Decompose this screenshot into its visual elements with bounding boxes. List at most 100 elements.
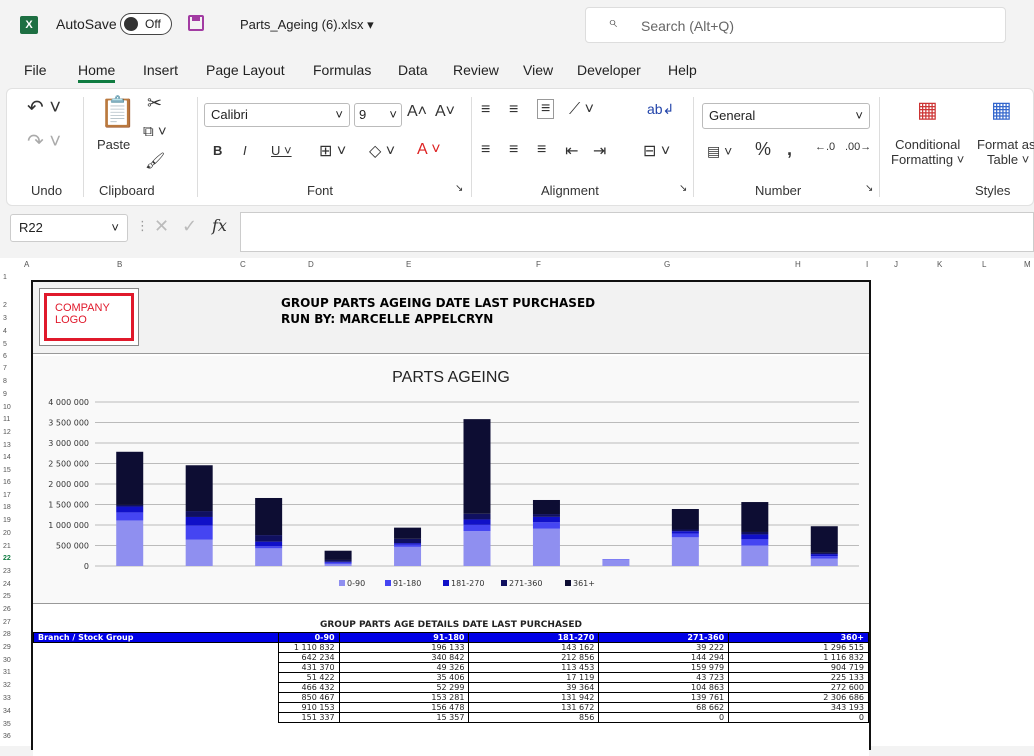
row-header[interactable]: 24 bbox=[3, 581, 11, 588]
table-cell[interactable]: 642 234 bbox=[277, 652, 340, 663]
table-cell[interactable]: 904 719 bbox=[728, 662, 869, 673]
row-header[interactable]: 5 bbox=[3, 341, 7, 348]
borders-icon[interactable]: ⊞ ˅ bbox=[319, 141, 346, 161]
table-cell[interactable]: 156 478 bbox=[338, 702, 470, 713]
row-header[interactable]: 31 bbox=[3, 669, 11, 676]
copy-icon[interactable]: ⧉ ˅ bbox=[143, 123, 167, 140]
tab-page-layout[interactable]: Page Layout bbox=[206, 62, 285, 78]
row-header[interactable]: 11 bbox=[3, 416, 10, 423]
table-cell[interactable]: 856 bbox=[468, 712, 600, 723]
table-cell[interactable]: 131 942 bbox=[468, 692, 600, 703]
table-cell[interactable]: 51 422 bbox=[277, 672, 340, 683]
align-left-icon[interactable]: ≡ bbox=[481, 141, 490, 159]
row-header[interactable]: 23 bbox=[3, 568, 11, 575]
increase-decimal-icon[interactable]: ←.0 bbox=[815, 141, 835, 153]
table-cell[interactable]: 35 406 bbox=[338, 672, 470, 683]
paste-button[interactable]: Paste bbox=[97, 137, 130, 152]
column-header[interactable]: E bbox=[406, 260, 411, 269]
row-header[interactable]: 14 bbox=[3, 454, 11, 461]
table-cell[interactable]: 159 979 bbox=[598, 662, 730, 673]
row-header[interactable]: 7 bbox=[3, 365, 7, 372]
row-header[interactable]: 18 bbox=[3, 504, 11, 511]
row-header[interactable]: 33 bbox=[3, 695, 11, 702]
row-header[interactable]: 13 bbox=[3, 442, 11, 449]
decrease-decimal-icon[interactable]: .00→ bbox=[845, 141, 871, 153]
table-cell[interactable] bbox=[33, 672, 279, 683]
table-cell[interactable]: 340 842 bbox=[338, 652, 470, 663]
column-header[interactable]: G bbox=[664, 260, 670, 269]
file-name-dropdown[interactable]: Parts_Ageing (6).xlsx ▾ bbox=[240, 17, 374, 33]
column-header[interactable]: J bbox=[894, 260, 898, 269]
row-header[interactable]: 22 bbox=[3, 555, 11, 562]
alignment-launcher-icon[interactable]: ↘ bbox=[679, 183, 687, 194]
font-launcher-icon[interactable]: ↘ bbox=[455, 183, 463, 194]
table-cell[interactable]: 0 bbox=[728, 712, 869, 723]
column-header[interactable]: C bbox=[240, 260, 246, 269]
table-cell[interactable]: 1 110 832 bbox=[277, 642, 340, 653]
row-header[interactable]: 3 bbox=[3, 315, 7, 322]
tab-developer[interactable]: Developer bbox=[577, 62, 641, 78]
table-cell[interactable]: 0 bbox=[598, 712, 730, 723]
align-right-icon[interactable]: ≡ bbox=[537, 141, 546, 159]
table-cell[interactable]: 343 193 bbox=[728, 702, 869, 713]
save-icon[interactable] bbox=[188, 15, 204, 31]
table-cell[interactable]: 1 296 515 bbox=[728, 642, 869, 653]
decrease-font-icon[interactable]: A˅ bbox=[435, 103, 455, 121]
worksheet[interactable]: COMPANY LOGO GROUP PARTS AGEING DATE LAS… bbox=[14, 272, 1034, 756]
row-header[interactable]: 28 bbox=[3, 631, 11, 638]
table-cell[interactable]: 1 116 832 bbox=[728, 652, 869, 663]
row-header[interactable]: 9 bbox=[3, 391, 7, 398]
table-cell[interactable] bbox=[33, 662, 279, 673]
table-cell[interactable]: 143 162 bbox=[468, 642, 600, 653]
orientation-icon[interactable]: ⟋ ˅ bbox=[569, 101, 594, 119]
table-cell[interactable]: 39 364 bbox=[468, 682, 600, 693]
underline-icon[interactable]: U ˅ bbox=[271, 143, 292, 158]
tab-insert[interactable]: Insert bbox=[143, 62, 178, 78]
row-header[interactable]: 19 bbox=[3, 517, 11, 524]
conditional-formatting-icon[interactable]: ▦ bbox=[917, 97, 938, 123]
align-bottom-icon[interactable]: ≡ bbox=[537, 99, 555, 119]
cut-icon[interactable]: ✂ bbox=[147, 93, 162, 114]
table-cell[interactable]: 17 119 bbox=[468, 672, 600, 683]
column-header[interactable]: I bbox=[866, 260, 868, 269]
percent-icon[interactable]: % bbox=[755, 139, 771, 160]
row-header[interactable]: 17 bbox=[3, 492, 11, 499]
table-cell[interactable]: 225 133 bbox=[728, 672, 869, 683]
column-header[interactable]: D bbox=[308, 260, 314, 269]
undo-icon[interactable]: ↶ ˅ bbox=[27, 95, 61, 120]
table-cell[interactable] bbox=[33, 652, 279, 663]
table-cell[interactable]: 15 357 bbox=[338, 712, 470, 723]
enter-icon[interactable]: ✓ bbox=[182, 216, 197, 237]
increase-font-icon[interactable]: A˄ bbox=[407, 103, 427, 121]
row-header[interactable]: 12 bbox=[3, 429, 11, 436]
tab-file[interactable]: File bbox=[24, 62, 47, 78]
format-painter-icon[interactable]: 🖌 bbox=[145, 151, 165, 171]
format-as-table-icon[interactable]: ▦ bbox=[991, 97, 1012, 123]
table-cell[interactable]: 431 370 bbox=[277, 662, 340, 673]
format-as-table-button[interactable]: Format as Table ˅ bbox=[977, 137, 1034, 167]
table-cell[interactable]: 151 337 bbox=[277, 712, 340, 723]
table-cell[interactable]: 43 723 bbox=[598, 672, 730, 683]
autosave-toggle[interactable]: Off bbox=[120, 13, 172, 35]
font-color-icon[interactable]: A ˅ bbox=[417, 141, 441, 159]
insert-function-icon[interactable]: fx bbox=[212, 216, 227, 235]
column-header[interactable]: K bbox=[937, 260, 942, 269]
accounting-format-icon[interactable]: ▤ ˅ bbox=[707, 143, 732, 160]
row-header[interactable]: 16 bbox=[3, 479, 11, 486]
row-header[interactable]: 34 bbox=[3, 708, 11, 715]
column-header[interactable]: A bbox=[24, 260, 29, 269]
table-cell[interactable]: 850 467 bbox=[277, 692, 340, 703]
font-name-select[interactable]: Calibri ˅ bbox=[204, 103, 350, 127]
table-cell[interactable]: 466 432 bbox=[277, 682, 340, 693]
merge-center-icon[interactable]: ⊟ ˅ bbox=[643, 141, 670, 161]
row-header[interactable]: 20 bbox=[3, 530, 11, 537]
row-header[interactable]: 26 bbox=[3, 606, 11, 613]
row-header[interactable]: 27 bbox=[3, 619, 11, 626]
tab-home[interactable]: Home bbox=[78, 62, 116, 83]
row-header[interactable]: 25 bbox=[3, 593, 11, 600]
row-header[interactable]: 10 bbox=[3, 404, 11, 411]
table-cell[interactable]: 272 600 bbox=[728, 682, 869, 693]
fill-color-icon[interactable]: ◇ ˅ bbox=[369, 141, 395, 161]
table-cell[interactable] bbox=[33, 682, 279, 693]
table-cell[interactable] bbox=[33, 712, 279, 723]
